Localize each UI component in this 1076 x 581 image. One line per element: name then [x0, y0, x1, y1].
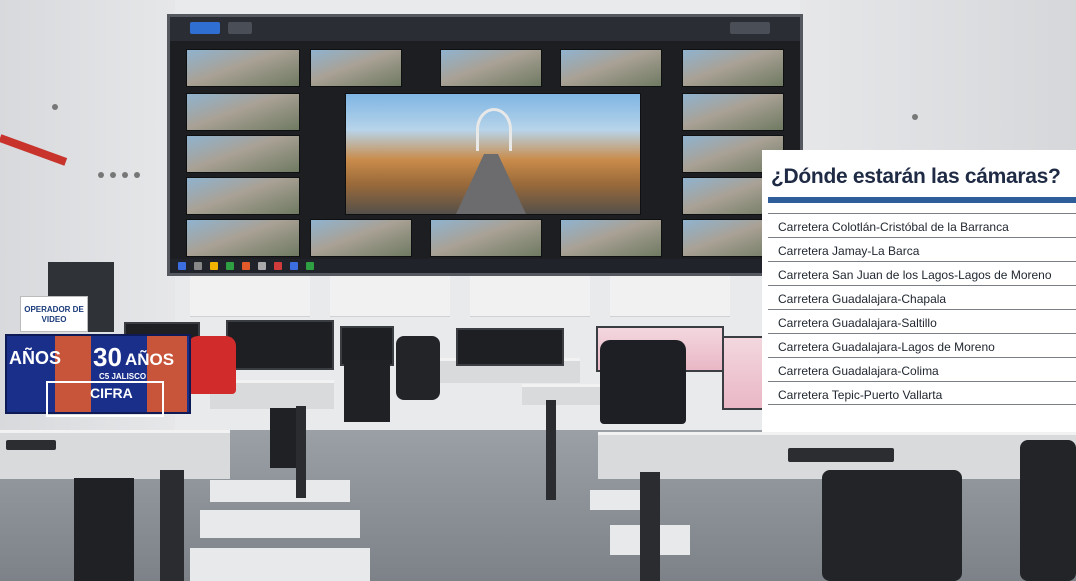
- logo-sub: C5 JALISCO: [99, 372, 147, 381]
- operator-sign: OPERADOR DE VIDEO: [20, 296, 88, 332]
- road-item: Carretera Guadalajara-Saltillo: [768, 309, 1076, 333]
- desk: [522, 384, 604, 405]
- arch-monument: [476, 108, 512, 151]
- card-title: ¿Dónde estarán las cámaras?: [771, 165, 1061, 188]
- monitor: [226, 320, 334, 370]
- monitor: [456, 328, 564, 366]
- computer-tower: [74, 478, 134, 581]
- cifra-frame: CIFRA: [46, 381, 164, 417]
- video-wall: [167, 14, 803, 276]
- office-chair: [1020, 440, 1076, 581]
- security-camera: [52, 104, 58, 110]
- logo-word: AÑOS: [125, 350, 175, 369]
- operator-person: [188, 336, 236, 394]
- operator-sign-text: OPERADOR DE VIDEO: [24, 305, 84, 324]
- keyboard: [788, 448, 894, 462]
- road-item: Carretera Tepic-Puerto Vallarta: [768, 381, 1076, 405]
- road-item: Carretera Guadalajara-Lagos de Moreno: [768, 333, 1076, 357]
- desk-leg: [640, 472, 660, 581]
- camera-locations-card: ¿Dónde estarán las cámaras? Carretera Co…: [762, 150, 1076, 432]
- wall-fixture: [98, 172, 104, 178]
- road-item: Carretera Guadalajara-Colima: [768, 357, 1076, 381]
- card-rule: [768, 197, 1076, 203]
- cifra-logo: CIFRA: [90, 385, 133, 401]
- road: [456, 154, 526, 214]
- monitor: [722, 336, 766, 410]
- wall-fixture: [110, 172, 116, 178]
- operator-person: [600, 340, 686, 424]
- taskbar: [170, 259, 800, 273]
- photo-scene: OPERADOR DE VIDEO AÑOS 30 AÑOS C5 JALISC…: [0, 0, 1076, 581]
- office-chair: [822, 470, 962, 581]
- road-item: Carretera Guadalajara-Chapala: [768, 285, 1076, 309]
- wall-fixture: [134, 172, 140, 178]
- logo-number: 30: [93, 342, 122, 372]
- desk: [0, 430, 230, 479]
- security-camera: [912, 114, 918, 120]
- wall-panel: [610, 275, 730, 317]
- desk-leg: [160, 470, 184, 581]
- road-item: Carretera San Juan de los Lagos-Lagos de…: [768, 261, 1076, 285]
- wall-panel: [470, 275, 590, 317]
- road-item: Carretera Jamay-La Barca: [768, 237, 1076, 261]
- road-list: Carretera Colotlán-Cristóbal de la Barra…: [768, 213, 1076, 405]
- wall-panel: [330, 275, 450, 317]
- desk-leg: [296, 406, 306, 498]
- main-camera-feed: [345, 93, 641, 215]
- keyboard: [6, 440, 56, 450]
- logo-word: AÑOS: [9, 348, 62, 368]
- wall-fixture: [122, 172, 128, 178]
- video-wall-toolbar: [170, 17, 800, 41]
- wall-panel: [190, 275, 310, 317]
- road-item: Carretera Colotlán-Cristóbal de la Barra…: [768, 213, 1076, 237]
- office-chair: [396, 336, 440, 400]
- computer-tower: [344, 360, 390, 422]
- desk-leg: [546, 400, 556, 500]
